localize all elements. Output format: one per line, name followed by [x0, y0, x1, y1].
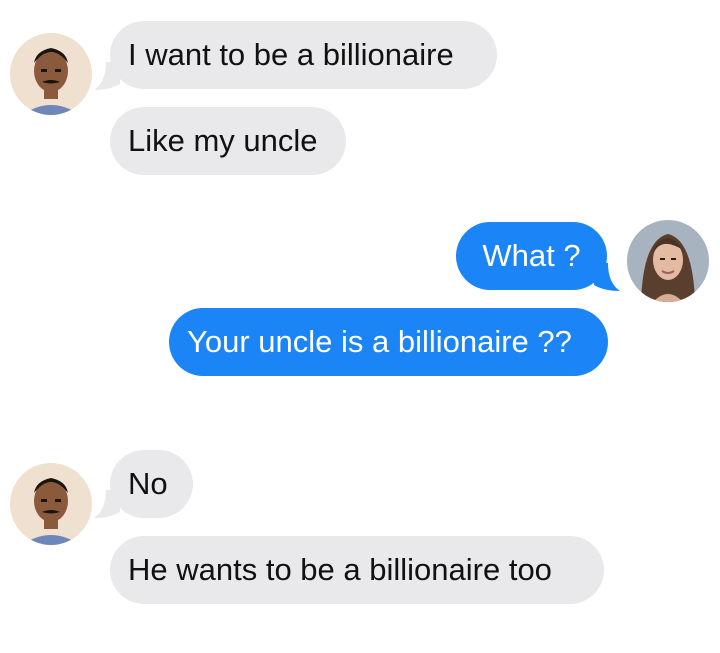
message-bubble[interactable]: Your uncle is a billionaire ?? — [169, 308, 608, 376]
message-text: Your uncle is a billionaire ?? — [187, 324, 572, 359]
message-text: He wants to be a billionaire too — [128, 552, 552, 587]
message-bubble[interactable]: He wants to be a billionaire too — [110, 536, 604, 604]
message-bubble[interactable]: No — [110, 450, 193, 518]
man-avatar-icon — [10, 33, 92, 115]
message-bubble[interactable]: I want to be a billionaire — [110, 21, 497, 89]
message-text: I want to be a billionaire — [128, 37, 454, 72]
message-text: Like my uncle — [128, 123, 318, 158]
message-bubble[interactable]: What ? — [456, 222, 607, 290]
message-bubble[interactable]: Like my uncle — [110, 107, 346, 175]
message-text: What ? — [482, 238, 581, 273]
woman-avatar-icon — [627, 220, 709, 302]
message-text: No — [128, 466, 168, 501]
man-avatar-icon — [10, 463, 92, 545]
